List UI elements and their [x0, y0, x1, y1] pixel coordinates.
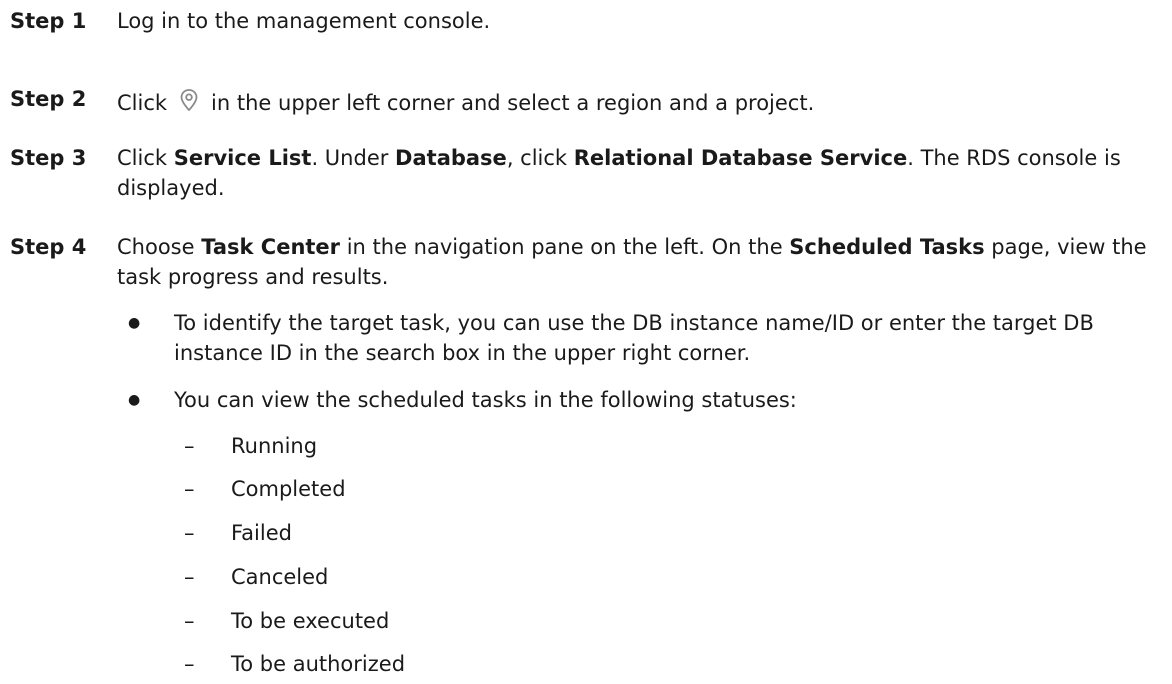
dash-marker: –	[184, 477, 195, 501]
dash-marker: –	[184, 565, 195, 589]
step-3-label: Step 3	[10, 146, 87, 170]
scheduled-tasks-term: Scheduled Tasks	[789, 235, 985, 259]
step-3-text: Click	[117, 146, 174, 170]
service-list-term: Service List	[173, 146, 312, 170]
dash-marker: –	[184, 609, 195, 633]
task-center-term: Task Center	[201, 235, 341, 259]
rds-term: Relational Database Service	[573, 146, 908, 170]
bullet-marker: ●	[128, 315, 141, 331]
step-2-text-after-icon: in the upper left corner and select a re…	[211, 91, 815, 115]
step-4-text: in the navigation pane on the left. On t…	[340, 235, 790, 259]
status-label: Completed	[231, 477, 346, 501]
step-1-text: Log in to the management console.	[117, 9, 491, 33]
step-4-label: Step 4	[10, 235, 87, 259]
step-4-text: Choose	[117, 235, 202, 259]
status-label: Canceled	[231, 565, 329, 589]
status-label: Failed	[231, 521, 292, 545]
step-3-text: . Under	[311, 146, 396, 170]
step-2-label: Step 2	[10, 87, 87, 111]
bullet-text: You can view the scheduled tasks in the …	[174, 388, 797, 412]
status-label: To be authorized	[231, 652, 406, 676]
location-pin-icon	[180, 89, 198, 111]
status-label: Running	[231, 434, 318, 458]
dash-marker: –	[184, 521, 195, 545]
step-2-body: Click in the upper left corner and selec…	[117, 84, 1167, 118]
dash-marker: –	[184, 652, 195, 676]
step-3-text: , click	[506, 146, 574, 170]
bullet-marker: ●	[128, 392, 141, 408]
status-label: To be executed	[231, 609, 390, 633]
step-4-body: Choose Task Center in the navigation pan…	[117, 232, 1167, 292]
step-2-text-before-icon: Click	[117, 91, 168, 115]
procedure-document: Step 1 Log in to the management console.…	[0, 0, 1172, 684]
database-term: Database	[395, 146, 507, 170]
step-1-label: Step 1	[10, 9, 87, 33]
step-3-body: Click Service List. Under Database, clic…	[117, 143, 1167, 203]
bullet-text: To identify the target task, you can use…	[174, 311, 1094, 365]
dash-marker: –	[184, 434, 195, 458]
